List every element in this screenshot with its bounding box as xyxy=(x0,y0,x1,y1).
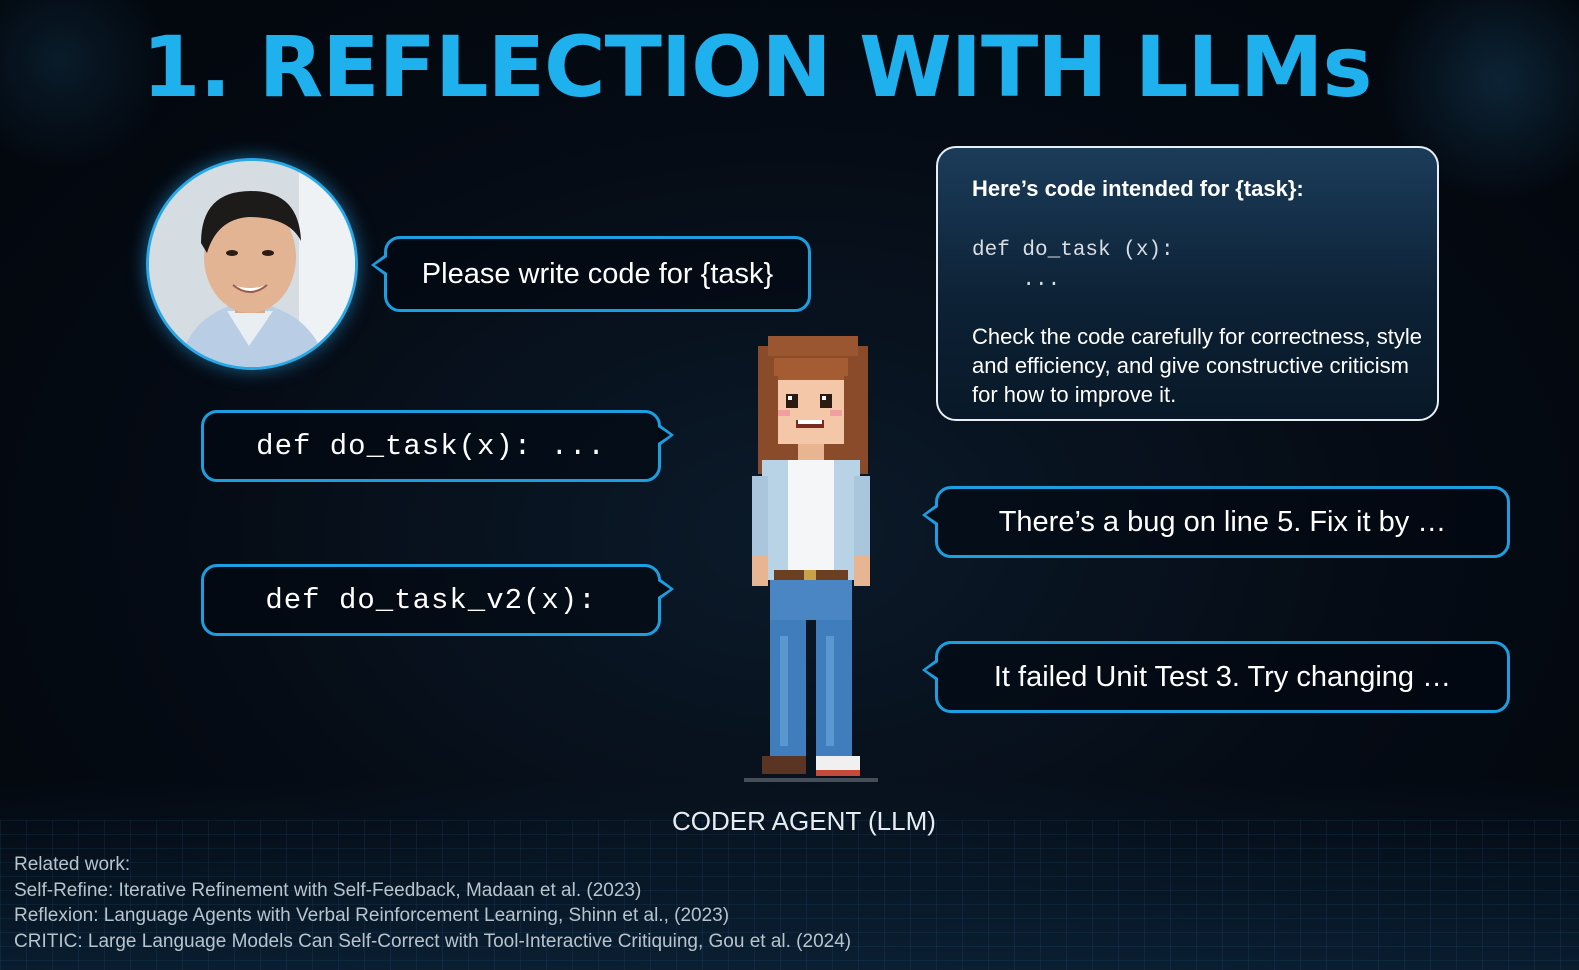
prompt-bubble: Please write code for {task} xyxy=(371,236,811,312)
code-v1-text: def do_task(x): ... xyxy=(256,429,606,463)
code-v2-bubble: def do_task_v2(x): xyxy=(201,564,674,636)
related-work-item: Reflexion: Language Agents with Verbal R… xyxy=(14,905,730,926)
coder-agent-icon xyxy=(744,336,878,782)
code-v1-bubble: def do_task(x): ... xyxy=(201,410,674,482)
bubble-tail xyxy=(922,503,938,527)
slide-title: 1. REFLECTION WITH LLMs xyxy=(142,18,1372,116)
review-body: Check the code carefully for correctness… xyxy=(972,324,1422,407)
review-code-line: def do_task (x): xyxy=(972,239,1174,262)
related-work-item: Self-Refine: Iterative Refinement with S… xyxy=(14,879,642,901)
bubble-tail xyxy=(658,577,674,601)
review-heading: Here’s code intended for {task}: xyxy=(972,176,1304,201)
feedback-bug-text: There’s a bug on line 5. Fix it by … xyxy=(998,505,1447,538)
feedback-bug-bubble: There’s a bug on line 5. Fix it by … xyxy=(922,486,1510,558)
code-v2-text: def do_task_v2(x): xyxy=(265,583,597,617)
feedback-test-bubble: It failed Unit Test 3. Try changing … xyxy=(922,641,1510,713)
review-code-line: ... xyxy=(972,269,1061,292)
bubble-tail xyxy=(371,253,387,277)
person-icon xyxy=(149,161,355,367)
related-work: Related work: Self-Refine: Iterative Ref… xyxy=(14,852,851,954)
related-work-heading: Related work: xyxy=(14,854,131,875)
prompt-text: Please write code for {task} xyxy=(421,257,774,290)
bubble-tail xyxy=(658,423,674,447)
review-prompt-box: Here’s code intended for {task}: def do_… xyxy=(936,146,1439,421)
bubble-tail xyxy=(922,658,938,682)
agent-label: CODER AGENT (LLM) xyxy=(672,806,936,836)
user-avatar xyxy=(146,158,358,370)
review-code: def do_task (x): ... xyxy=(972,236,1174,296)
related-work-item: CRITIC: Large Language Models Can Self-C… xyxy=(14,930,852,952)
feedback-test-text: It failed Unit Test 3. Try changing … xyxy=(993,660,1452,693)
